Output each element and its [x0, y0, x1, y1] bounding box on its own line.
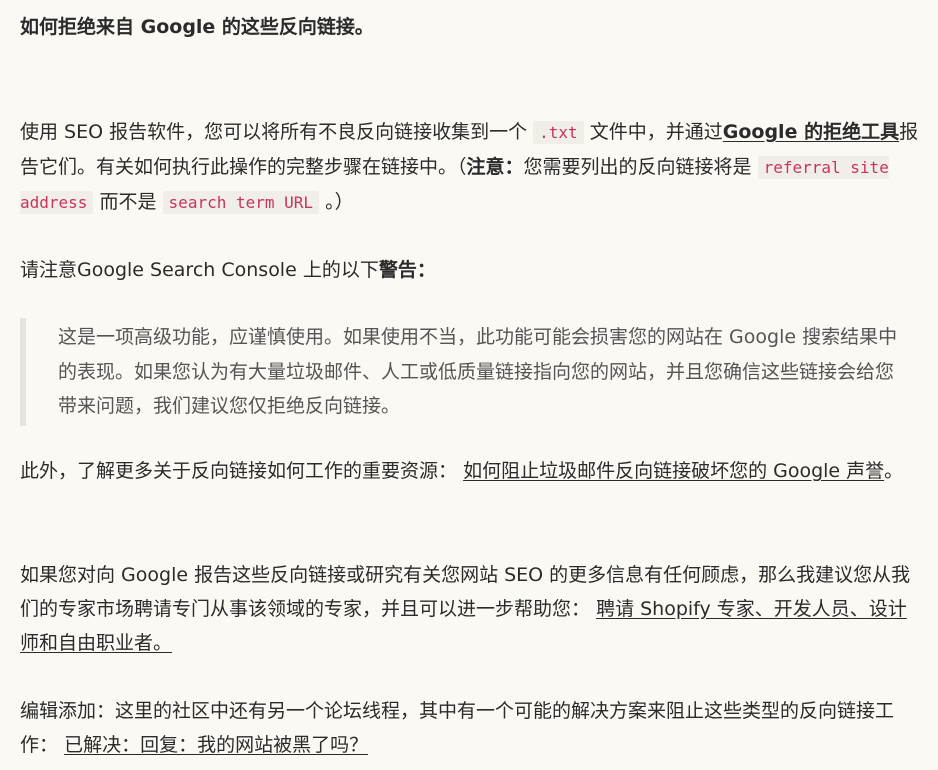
text: 使用 SEO 报告软件，您可以将所有不良反向链接收集到一个 — [20, 121, 528, 143]
paragraph-disavow-instructions: 使用 SEO 报告软件，您可以将所有不良反向链接收集到一个 .txt 文件中，并… — [20, 115, 920, 220]
spam-backlinks-link[interactable]: 如何阻止垃圾邮件反向链接破坏您的 Google 声誉 — [463, 460, 884, 482]
forum-thread-link[interactable]: 已解决：回复：我的网站被黑了吗？ — [64, 734, 368, 756]
text: 而不是 — [99, 191, 157, 213]
text: 此外，了解更多关于反向链接如何工作的重要资源： — [20, 460, 458, 482]
note-label: 注意： — [466, 156, 524, 178]
paragraph-hire-experts: 如果您对向 Google 报告这些反向链接或研究有关您网站 SEO 的更多信息有… — [20, 558, 920, 660]
paragraph-warning-intro: 请注意Google Search Console 上的以下警告： — [20, 253, 920, 287]
text: 您需要列出的反向链接将是 — [523, 156, 752, 178]
warning-label: 警告： — [378, 259, 436, 281]
inline-code-txt: .txt — [533, 121, 584, 144]
text: 请注意Google Search Console 上的以下 — [20, 259, 379, 281]
post-content: 如何拒绝来自 Google 的这些反向链接。 使用 SEO 报告软件，您可以将所… — [0, 0, 938, 770]
inline-code-search-term: search term URL — [162, 191, 320, 214]
quote-text: 这是一项高级功能，应谨慎使用。如果使用不当，此功能可能会损害您的网站在 Goog… — [58, 326, 898, 417]
paragraph-edit-note: 编辑添加：这里的社区中还有另一个论坛线程，其中有一个可能的解决方案来阻止这些类型… — [20, 694, 920, 762]
warning-quote: 这是一项高级功能，应谨慎使用。如果使用不当，此功能可能会损害您的网站在 Goog… — [20, 318, 898, 426]
text: 。 — [884, 460, 904, 482]
section-heading: 如何拒绝来自 Google 的这些反向链接。 — [20, 16, 374, 38]
paragraph-resource: 此外，了解更多关于反向链接如何工作的重要资源： 如何阻止垃圾邮件反向链接破坏您的… — [20, 454, 920, 488]
disavow-tool-link[interactable]: Google 的拒绝工具 — [723, 121, 899, 143]
text: 。） — [325, 191, 354, 213]
text: 文件中，并通过 — [589, 121, 723, 143]
